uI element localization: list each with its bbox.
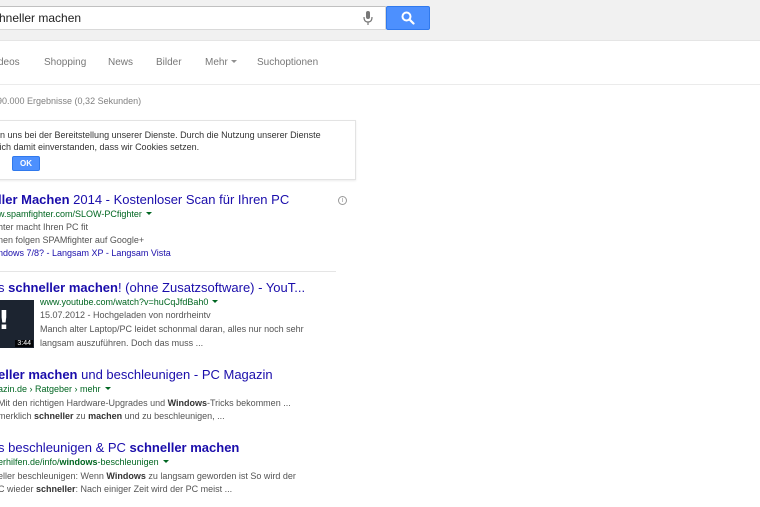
cookie-text-line-2: sich damit einverstanden, dass wir Cooki…	[0, 142, 200, 152]
result-title[interactable]: ller Machen 2014 - Kostenloser Scan für …	[0, 192, 289, 207]
tab-mehr-label: Mehr	[205, 57, 228, 68]
search-tabs: deos Shopping News Bilder Mehr Suchoptio…	[0, 41, 760, 85]
result-url: www.youtube.com/watch?v=huCqJfdBah0	[40, 297, 219, 307]
chevron-down-icon	[230, 60, 237, 63]
result-snippet-line-2: merklich schneller zu machen und zu besc…	[0, 411, 225, 421]
result-snippet-line-1: Manch alter Laptop/PC leidet schonmal da…	[40, 324, 304, 334]
search-query[interactable]: chneller machen	[0, 11, 81, 25]
video-thumbnail[interactable]: ! 3:44	[0, 300, 34, 348]
chevron-down-icon[interactable]	[212, 300, 219, 303]
result-title[interactable]: eller machen und beschleunigen - PC Maga…	[0, 367, 273, 382]
tab-bilder[interactable]: Bilder	[156, 57, 182, 68]
info-icon[interactable]: i	[338, 196, 347, 205]
result-snippet-line-1: Mit den richtigen Hardware-Upgrades und …	[0, 398, 291, 408]
chevron-down-icon[interactable]	[104, 387, 111, 390]
result-title[interactable]: s beschleunigen & PC schneller machen	[0, 440, 239, 455]
result-url: w.spamfighter.com/SLOW-PCfighter	[0, 209, 152, 219]
tab-news[interactable]: News	[108, 57, 133, 68]
cookie-notice: en uns bei der Bereitstellung unserer Di…	[0, 120, 356, 180]
chevron-down-icon[interactable]	[162, 460, 169, 463]
result-title[interactable]: s schneller machen! (ohne Zusatzsoftware…	[0, 280, 305, 295]
tab-suchoptionen[interactable]: Suchoptionen	[257, 57, 318, 68]
result-sitelinks[interactable]: ndows 7/8? - Langsam XP - Langsam Vista	[0, 248, 171, 258]
result-meta: 15.07.2012 - Hochgeladen von nordrheintv	[40, 310, 211, 320]
cookie-ok-button[interactable]: OK	[12, 156, 40, 171]
video-duration: 3:44	[15, 340, 33, 347]
tab-shopping[interactable]: Shopping	[44, 57, 86, 68]
result-snippet-line-2: langsam auszuführen. Doch das muss ...	[40, 338, 204, 348]
search-input[interactable]: chneller machen	[0, 6, 386, 30]
result-url: erhilfen.de/info/windows-beschleunigen	[0, 457, 169, 467]
result-snippet-line-2: nen folgen SPAMfighter auf Google+	[0, 235, 145, 245]
result-stats: 90.000 Ergebnisse (0,32 Sekunden)	[0, 96, 142, 106]
divider	[0, 271, 336, 272]
result-snippet-line-1: eller beschleunigen: Wenn Windows zu lan…	[0, 471, 296, 481]
chevron-down-icon[interactable]	[145, 212, 152, 215]
result-url: azin.de › Ratgeber › mehr	[0, 384, 111, 394]
tab-mehr[interactable]: Mehr	[205, 57, 237, 68]
search-icon	[401, 11, 415, 25]
microphone-icon[interactable]	[363, 11, 373, 26]
result-snippet-line-2: C wieder schneller: Nach einiger Zeit wi…	[0, 484, 233, 494]
tab-videos[interactable]: deos	[0, 57, 20, 68]
cookie-text-line-1: en uns bei der Bereitstellung unserer Di…	[0, 130, 321, 140]
top-bar: chneller machen	[0, 0, 760, 41]
search-button[interactable]	[386, 6, 430, 30]
thumbnail-graphic: !	[0, 306, 10, 336]
result-snippet-line-1: hter macht Ihren PC fit	[0, 222, 89, 232]
